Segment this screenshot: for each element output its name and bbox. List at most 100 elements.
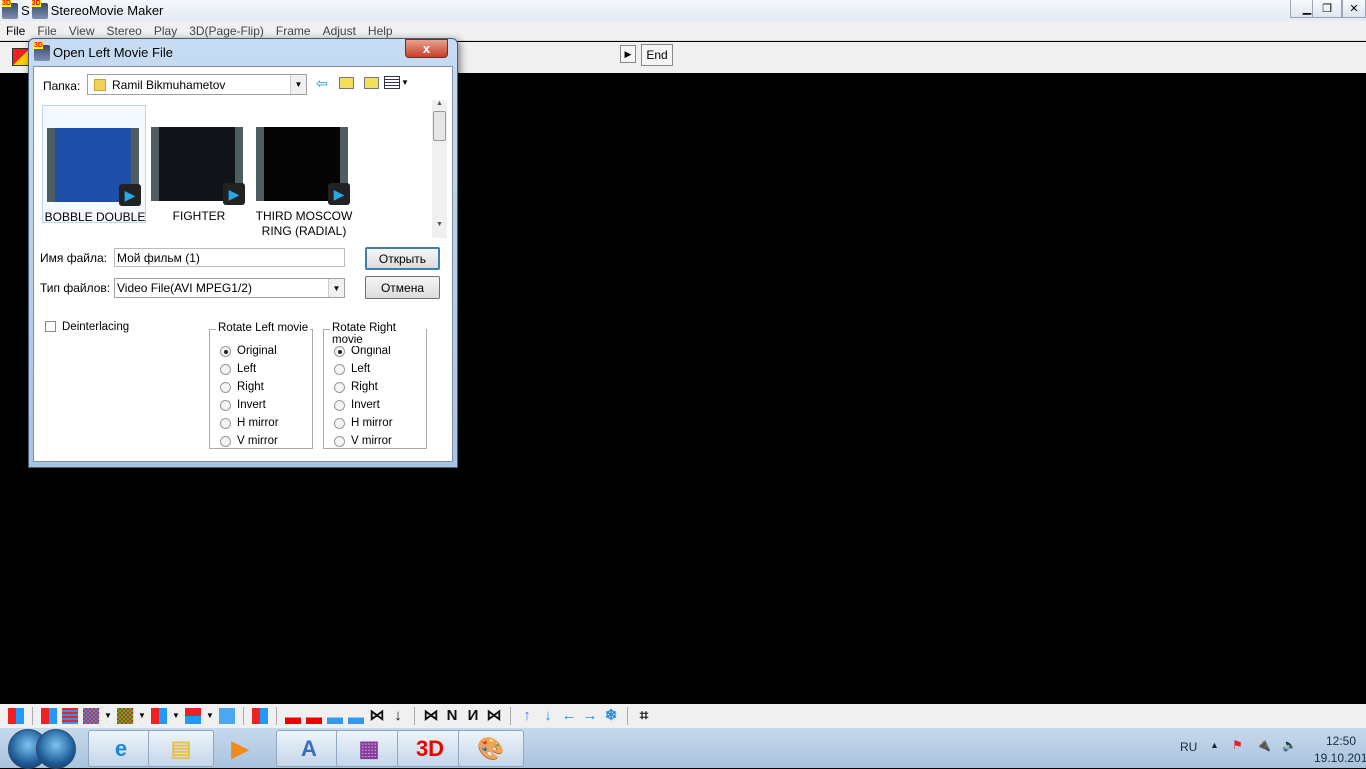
rotate-right-option-h-mirror[interactable]: H mirror — [324, 414, 426, 432]
arrow-left-icon[interactable]: ← — [561, 707, 577, 724]
folder-combo[interactable]: Ramil Bikmuhametov ▼ — [87, 74, 307, 95]
snowflake-icon[interactable]: ❄ — [603, 707, 619, 724]
rotate-right-option-left[interactable]: Left — [324, 360, 426, 378]
taskbar-winrar[interactable]: ▦ — [336, 730, 402, 767]
chevron-down-icon[interactable]: ▼ — [290, 75, 306, 94]
action-center-flag-icon[interactable]: ⚑ — [1232, 738, 1243, 752]
menu-file-active[interactable]: File — [0, 24, 31, 38]
taskbar-internet-explorer[interactable]: e — [88, 730, 154, 767]
dropdown-arrow-icon[interactable]: ▼ — [138, 711, 146, 720]
radio-button[interactable] — [334, 345, 345, 357]
dropdown-arrow-icon[interactable]: ▼ — [104, 711, 112, 720]
side-by-side-icon[interactable] — [41, 707, 57, 724]
radio-button[interactable] — [220, 435, 231, 447]
align-blue-2-icon[interactable] — [348, 707, 364, 724]
taskbar-media-player[interactable]: ▶ — [207, 730, 273, 767]
clock-date[interactable]: 19.10.2012 — [1314, 751, 1366, 765]
rotate-right-option-v-mirror[interactable]: V mirror — [324, 432, 426, 450]
vertical-split-icon[interactable] — [185, 707, 201, 724]
taskbar-explorer[interactable]: ▤ — [148, 730, 214, 767]
file-item[interactable]: ▶ THIRD MOSCOW RING (RADIAL) — [252, 105, 356, 238]
rotate-left-option-invert[interactable]: Invert — [210, 396, 312, 414]
radio-button[interactable] — [334, 399, 345, 411]
wave2-icon[interactable]: ⋈ — [423, 707, 439, 724]
power-icon[interactable]: 🔌 — [1256, 738, 1271, 752]
person-icon[interactable] — [219, 707, 235, 724]
rotate-left-option-v-mirror[interactable]: V mirror — [210, 432, 312, 450]
open-button[interactable]: Открыть — [365, 247, 440, 270]
new-folder-icon[interactable] — [364, 77, 379, 89]
radio-button[interactable] — [220, 363, 231, 375]
radio-button[interactable] — [220, 417, 231, 429]
start-orb-icon[interactable] — [36, 729, 76, 769]
dropdown-arrow-icon[interactable]: ▼ — [172, 711, 180, 720]
crop-icon[interactable]: ⌗ — [636, 707, 652, 724]
taskbar-stereomovie-maker[interactable]: 3D — [397, 730, 463, 767]
wave5-icon[interactable]: ⋈ — [486, 707, 502, 724]
radio-button[interactable] — [334, 417, 345, 429]
file-item[interactable]: ▶ BOBBLE DOUBLE — [42, 105, 146, 224]
align-red-2-icon[interactable] — [306, 707, 322, 724]
radio-button[interactable] — [334, 435, 345, 447]
radio-label: H mirror — [237, 417, 279, 429]
align-red-1-icon[interactable] — [285, 707, 301, 724]
deinterlacing-checkbox[interactable] — [45, 321, 56, 332]
rotate-right-option-right[interactable]: Right — [324, 378, 426, 396]
radio-button[interactable] — [220, 381, 231, 393]
filename-input[interactable] — [114, 248, 345, 267]
file-list-scrollbar[interactable]: ▲ ▼ — [432, 100, 447, 238]
menu-3d-page-flip-[interactable]: 3D(Page-Flip) — [183, 24, 270, 38]
split-icon[interactable] — [151, 707, 167, 724]
restore-button[interactable]: ❐ — [1312, 0, 1342, 18]
align-blue-1-icon[interactable] — [327, 707, 343, 724]
menu-stereo[interactable]: Stereo — [100, 24, 147, 38]
rotate-left-option-original[interactable]: Original — [210, 342, 312, 360]
clock-time[interactable]: 12:50 — [1326, 734, 1356, 748]
rotate-right-option-invert[interactable]: Invert — [324, 396, 426, 414]
file-item[interactable]: ▶ FIGHTER — [147, 105, 251, 223]
volume-icon[interactable]: 🔈 — [1282, 738, 1297, 752]
back-icon[interactable]: ⇦ — [316, 75, 328, 92]
filetype-select[interactable]: Video File(AVI MPEG1/2) ▼ — [114, 278, 345, 298]
wave-icon[interactable]: ⋈ — [369, 707, 385, 724]
arrow-right-icon[interactable]: → — [582, 707, 598, 724]
down-arrow-icon[interactable]: ↓ — [390, 707, 406, 724]
rotate-left-option-right[interactable]: Right — [210, 378, 312, 396]
scrollbar-thumb[interactable] — [433, 111, 446, 141]
menu-play[interactable]: Play — [148, 24, 183, 38]
menu-frame[interactable]: Frame — [270, 24, 317, 38]
menu-view[interactable]: View — [63, 24, 101, 38]
language-indicator[interactable]: RU — [1180, 740, 1197, 754]
radio-button[interactable] — [220, 345, 231, 357]
cancel-button[interactable]: Отмена — [365, 276, 440, 299]
checker-icon[interactable] — [83, 707, 99, 724]
radio-button[interactable] — [334, 381, 345, 393]
interlace-icon[interactable] — [62, 707, 78, 724]
up-folder-icon[interactable] — [339, 77, 354, 89]
show-hidden-icons[interactable]: ▲ — [1210, 740, 1219, 750]
chevron-down-icon[interactable]: ▼ — [328, 279, 344, 297]
arrow-up-icon[interactable]: ↑ — [519, 707, 535, 724]
rotate-left-option-left[interactable]: Left — [210, 360, 312, 378]
menu-adjust[interactable]: Adjust — [317, 24, 362, 38]
radio-button[interactable] — [334, 363, 345, 375]
color-checker-icon[interactable] — [117, 707, 133, 724]
wave4-icon[interactable]: И — [465, 707, 481, 724]
wave3-icon[interactable]: N — [444, 707, 460, 724]
end-button[interactable]: End — [641, 44, 673, 66]
close-button[interactable]: ✕ — [1342, 0, 1366, 18]
anaglyph-icon[interactable] — [8, 707, 24, 724]
rotate-left-option-h-mirror[interactable]: H mirror — [210, 414, 312, 432]
arrow-down-icon[interactable]: ↓ — [540, 707, 556, 724]
taskbar-paint[interactable]: 🎨 — [458, 730, 524, 767]
view-menu-icon[interactable] — [384, 76, 400, 89]
radio-button[interactable] — [220, 399, 231, 411]
swap-icon[interactable] — [252, 707, 268, 724]
next-button[interactable]: ▶ — [620, 45, 636, 63]
taskbar-wordpad[interactable]: A — [276, 730, 342, 767]
menu-help[interactable]: Help — [362, 24, 399, 38]
menu-file[interactable]: File — [31, 24, 62, 38]
dialog-close-button[interactable]: x — [405, 39, 448, 58]
view-dropdown-icon[interactable]: ▼ — [401, 78, 409, 87]
dropdown-arrow-icon[interactable]: ▼ — [206, 711, 214, 720]
